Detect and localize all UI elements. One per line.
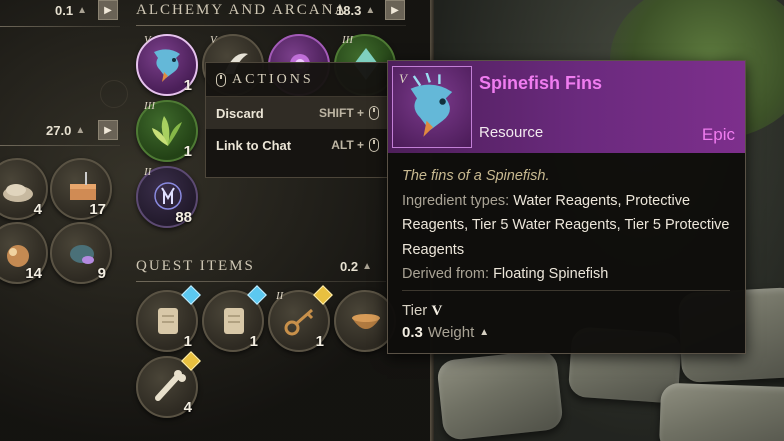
weight-readout: 27.0 ▲ [46,123,86,138]
action-label: Link to Chat [216,137,292,153]
herb-icon [152,116,182,146]
bone-icon [155,370,186,401]
weight-icon: ▲ [362,261,372,272]
item-count: 4 [183,399,192,416]
item-description: The fins of a Spinefish. [402,168,550,184]
quest-slot[interactable]: 4 [136,351,201,418]
weight-readout: 0.1 ▲ [55,3,87,18]
section-title-alchemy: ALCHEMY AND ARCANA [136,2,348,18]
ingredient-types: Ingredient types: Water Reagents, Protec… [402,192,730,258]
expand-arrow-button[interactable]: ▶ [385,0,405,20]
weight-readout: 0.2 ▲ [340,259,372,274]
item-tier: Tier V [402,302,443,319]
stone-block [436,348,564,441]
item-count: 1 [183,143,192,160]
scroll-icon [158,308,178,334]
tooltip-body: The fins of a Spinefish. Ingredient type… [402,164,732,287]
tooltip-header: V Spinefish Fins Resource Epic [388,61,745,153]
quest-slot[interactable]: 1 [202,285,267,352]
quest-slot[interactable]: II 1 [268,285,333,352]
actions-menu: ACTIONS Discard SHIFT + Link to Chat ALT… [205,62,388,178]
scroll-icon [224,308,244,334]
inventory-slot-selected[interactable]: V 1 [136,34,198,96]
weight-icon: ▲ [479,327,490,338]
tooltip-divider [402,290,730,291]
section-divider [136,281,386,282]
inventory-slot[interactable]: III 1 [136,100,198,162]
quest-slot[interactable]: 1 [136,285,201,352]
item-count: 14 [25,265,42,282]
item-weight: 0.3 Weight ▲ [402,324,490,341]
item-count: 88 [175,209,192,226]
actions-menu-header: ACTIONS [206,63,387,97]
item-thumbnail: V [392,66,472,148]
key-icon [284,308,314,336]
inventory-slot[interactable]: II 88 [136,166,198,228]
item-rarity: Epic [701,125,735,144]
expand-arrow-button[interactable]: ▶ [98,120,118,140]
action-discard[interactable]: Discard SHIFT + [206,97,387,129]
item-name: Spinefish Fins [479,73,603,93]
item-tooltip: V Spinefish Fins Resource Epic The fins … [387,60,746,354]
section-divider [0,145,120,146]
action-link-to-chat[interactable]: Link to Chat ALT + [206,129,387,161]
mouse-icon [369,106,379,120]
item-count: 17 [89,201,106,218]
action-shortcut: SHIFT + [319,106,379,120]
inventory-slot[interactable]: 17 [50,158,112,220]
item-count: 1 [183,77,192,94]
section-divider [0,26,120,27]
beetle-icon [70,245,94,264]
sigil-icon [100,80,128,108]
item-count: 4 [33,201,42,218]
item-type: Resource [479,124,544,141]
stone-item-icon [3,184,33,202]
stone-block [658,382,784,441]
inventory-slot[interactable]: 9 [50,222,112,284]
weight-readout: 18.3 ▲ [336,3,376,18]
bowl-icon [352,314,380,329]
expand-arrow-button[interactable]: ▶ [98,0,118,20]
action-label: Discard [216,105,264,121]
mouse-icon [216,72,226,87]
derived-from: Derived from: Floating Spinefish [402,266,609,282]
fish-icon [410,73,453,137]
section-title-quest: QUEST ITEMS [136,258,255,274]
weight-icon: ▲ [75,125,86,136]
action-shortcut: ALT + [331,138,379,152]
actions-menu-title: ACTIONS [232,71,314,87]
mouse-icon [369,138,379,152]
item-count: 1 [183,333,192,350]
item-count: 1 [249,333,258,350]
fish-icon [154,49,180,82]
weight-icon: ▲ [365,5,376,16]
item-count: 9 [97,265,106,282]
weight-icon: ▲ [77,5,87,16]
section-divider [136,25,406,26]
item-count: 1 [315,333,324,350]
